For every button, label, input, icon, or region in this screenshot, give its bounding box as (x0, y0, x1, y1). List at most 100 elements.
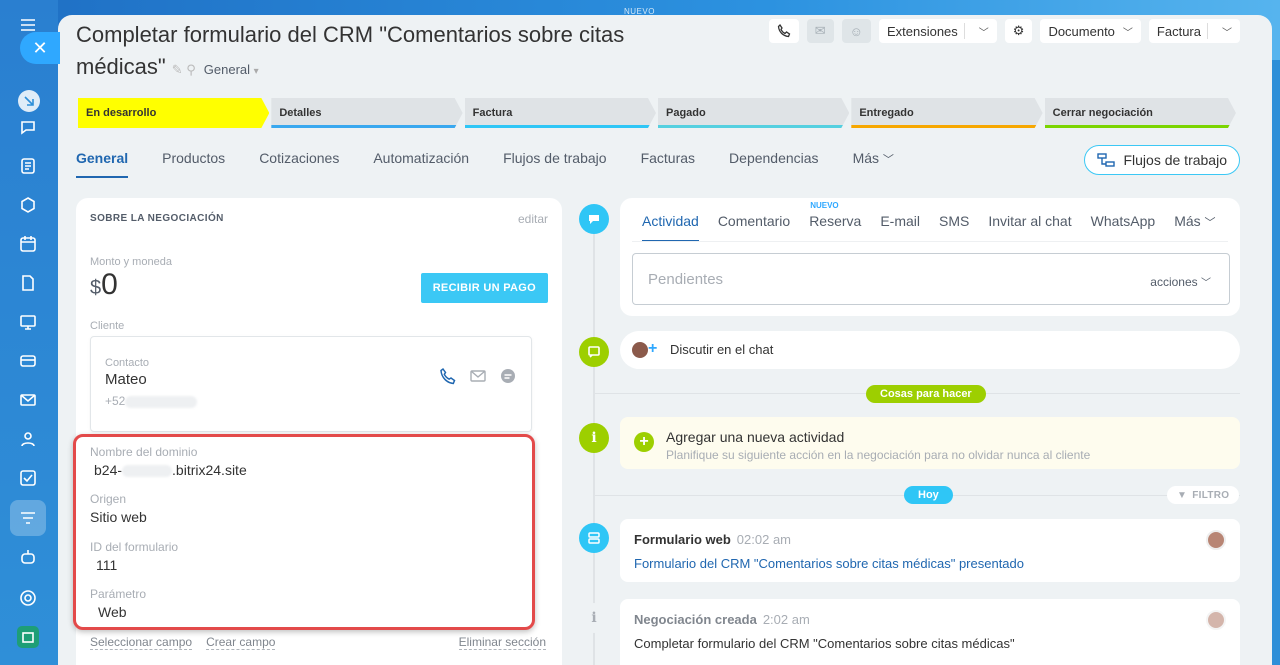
category-selector[interactable]: General ▾ (204, 62, 259, 77)
create-field-link[interactable]: Crear campo (206, 635, 276, 650)
document-dropdown[interactable]: Documento ﹀ (1040, 19, 1141, 43)
deal-tabs: General Productos Cotizaciones Automatiz… (76, 140, 928, 180)
param-value[interactable]: Web (98, 604, 127, 620)
tab-email[interactable]: E-mail (880, 213, 920, 237)
section-footer: Seleccionar campo Crear campo Eliminar s… (90, 635, 546, 650)
extensions-dropdown[interactable]: Extensiones ﹀ (878, 19, 997, 43)
download-icon[interactable] (18, 90, 40, 112)
event-card-created: Negociación creada 2:02 am Completar form… (620, 599, 1240, 665)
deal-panel: Completar formulario del CRM "Comentario… (58, 15, 1272, 665)
edit-pencil-icon[interactable]: ✎ ⚲ (172, 62, 196, 77)
add-activity-title[interactable]: Agregar una nueva actividad (666, 429, 844, 445)
mail-icon: ✉ (814, 23, 826, 38)
event-link[interactable]: Formulario del CRM "Comentarios sobre ci… (634, 556, 1024, 571)
redacted (125, 395, 198, 408)
chat-icon[interactable] (499, 367, 517, 385)
edit-link[interactable]: editar (518, 212, 548, 226)
avatar (1206, 610, 1226, 630)
filter-button[interactable]: ▼ FILTRO (1167, 486, 1240, 504)
invoice-dropdown[interactable]: Factura ﹀ (1148, 19, 1240, 43)
todo-pill: Cosas para hacer (866, 385, 986, 403)
settings-button[interactable]: ⚙ (1004, 19, 1033, 43)
about-deal-card: SOBRE LA NEGOCIACIÓN editar Monto y mone… (73, 198, 562, 665)
select-field-link[interactable]: Seleccionar campo (90, 635, 193, 650)
divider (632, 241, 1228, 242)
add-activity-icon[interactable]: + (634, 432, 654, 452)
users-icon[interactable] (17, 428, 39, 450)
calendar-icon[interactable] (17, 233, 39, 255)
stage-0[interactable]: En desarrollo (78, 98, 269, 128)
phone-icon[interactable] (439, 367, 457, 385)
tab-comment[interactable]: Comentario (718, 213, 790, 237)
tab-general[interactable]: General (76, 140, 129, 178)
tab-sms[interactable]: SMS (939, 213, 969, 237)
form-id-value[interactable]: 111 (96, 557, 117, 573)
tab-invoices[interactable]: Facturas (641, 140, 695, 176)
stage-3[interactable]: Pagado (658, 98, 849, 128)
tasks-icon[interactable] (17, 155, 39, 177)
activity-dot-icon (579, 204, 609, 234)
board-icon[interactable] (17, 311, 39, 333)
event-text: Completar formulario del CRM "Comentario… (634, 636, 1015, 651)
market-icon[interactable] (17, 626, 39, 648)
pending-input[interactable]: Pendientes acciones ﹀ (632, 253, 1230, 305)
delete-section-link[interactable]: Eliminar sección (458, 635, 546, 650)
workflows-button[interactable]: Flujos de trabajo (1084, 145, 1240, 175)
contact-name[interactable]: Mateo (105, 371, 147, 388)
origin-label: Origen (90, 492, 127, 506)
settings-icon[interactable] (17, 587, 39, 609)
tab-quotes[interactable]: Cotizaciones (259, 140, 339, 176)
tab-dependencies[interactable]: Dependencias (729, 140, 819, 176)
email-button[interactable]: ✉ (806, 19, 834, 43)
event-time: 02:02 am (736, 532, 791, 547)
chat-button[interactable]: ☺ (841, 19, 871, 43)
domain-value[interactable]: b24- .bitrix24.site (94, 462, 247, 478)
stage-4[interactable]: Entregado (851, 98, 1042, 128)
discuss-chat-card[interactable]: + Discutir en el chat (620, 331, 1240, 369)
filter-crm-icon[interactable] (17, 507, 39, 529)
stage-bar: En desarrollo Detalles Factura Pagado En… (78, 98, 1238, 128)
stage-5[interactable]: Cerrar negociación (1045, 98, 1236, 128)
checkbox-icon[interactable] (17, 467, 39, 489)
contact-label: Contacto (105, 357, 150, 369)
event-card-form: Formulario web 02:02 am Formulario del CR… (620, 519, 1240, 582)
form-id-label: ID del formulario (90, 540, 179, 554)
tab-more[interactable]: Más ﹀ (853, 140, 894, 176)
chat-icon[interactable] (17, 116, 39, 138)
tab-automation[interactable]: Automatización (373, 140, 469, 176)
mail-icon[interactable] (17, 389, 39, 411)
robot-icon[interactable] (17, 546, 39, 568)
contact-actions (439, 367, 517, 385)
amount-value[interactable]: $0 (90, 268, 118, 302)
deal-title-block: Completar formulario del CRM "Comentario… (76, 19, 716, 88)
tab-workflows[interactable]: Flujos de trabajo (503, 140, 607, 176)
tab-activity-more[interactable]: Más ﹀ (1174, 213, 1215, 237)
deal-title[interactable]: Completar formulario del CRM "Comentario… (76, 22, 624, 79)
section-heading: SOBRE LA NEGOCIACIÓN (90, 213, 224, 224)
stage-2[interactable]: Factura (465, 98, 656, 128)
event-title: Negociación creada 2:02 am (634, 612, 810, 627)
card-icon[interactable] (17, 350, 39, 372)
contact-phone[interactable]: +52 (105, 394, 198, 408)
receive-payment-button[interactable]: RECIBIR UN PAGO (420, 273, 548, 303)
document-icon[interactable] (17, 272, 39, 294)
chevron-down-icon: ﹀ (978, 27, 989, 39)
origin-value[interactable]: Sitio web (90, 509, 147, 525)
event-title: Formulario web 02:02 am (634, 532, 791, 547)
tab-invite-chat[interactable]: Invitar al chat (988, 213, 1071, 237)
mail-icon[interactable] (469, 367, 487, 385)
hexagon-icon[interactable] (17, 194, 39, 216)
call-button[interactable] (768, 19, 799, 43)
amount-label: Monto y moneda (90, 256, 172, 268)
actions-dropdown[interactable]: acciones ﹀ (1150, 274, 1211, 289)
stage-1[interactable]: Detalles (271, 98, 462, 128)
domain-label: Nombre del dominio (90, 445, 198, 459)
avatar (630, 340, 650, 360)
tab-booking[interactable]: NUEVO Reserva (809, 201, 861, 237)
todo-card[interactable]: + Agregar una nueva actividad Planifique… (620, 417, 1240, 469)
tab-whatsapp[interactable]: WhatsApp (1091, 213, 1156, 237)
tab-activity[interactable]: Actividad (642, 213, 699, 242)
info-grey-icon: i (579, 603, 609, 633)
close-slider-button[interactable]: ✕ (20, 32, 60, 64)
tab-products[interactable]: Productos (162, 140, 225, 176)
